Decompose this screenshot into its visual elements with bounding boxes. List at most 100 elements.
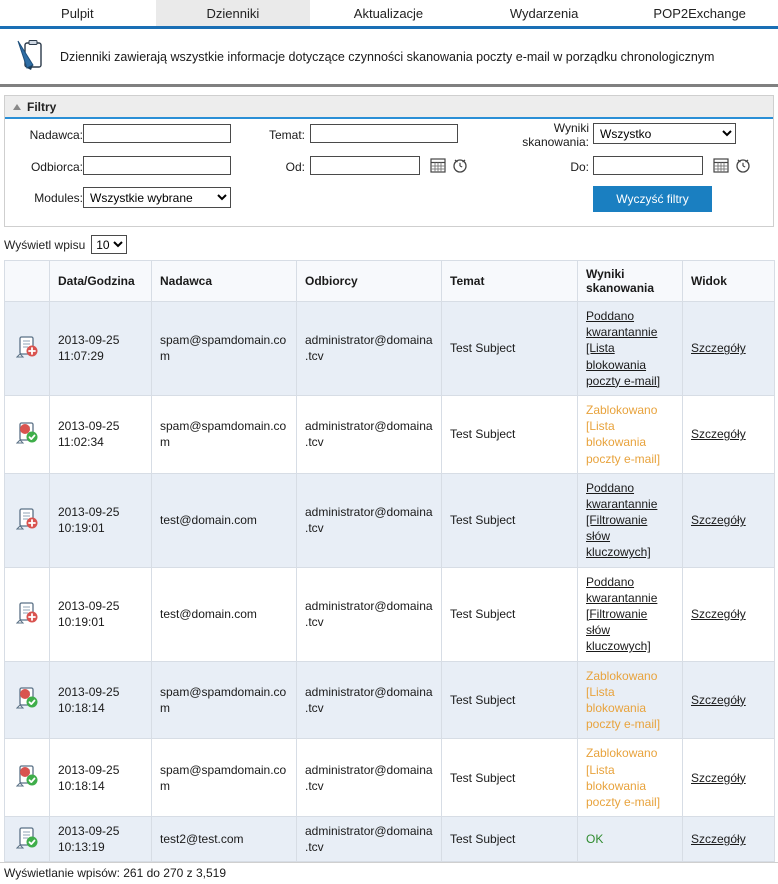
cell-view: Szczegóły xyxy=(682,301,775,396)
scan-result-text[interactable]: Poddano kwarantannie [Filtrowanie słów k… xyxy=(586,481,657,560)
cell-subject: Test Subject xyxy=(441,660,578,740)
scan-results-select[interactable]: Wszystko xyxy=(593,123,736,144)
col-sender[interactable]: Nadawca xyxy=(151,260,297,302)
table-row[interactable]: 2013-09-25 10:19:01 test@domain.com admini… xyxy=(4,566,775,662)
table-row[interactable]: 2013-09-25 11:02:34 spam@spamdomain.com ad… xyxy=(4,394,775,474)
details-link[interactable]: Szczegóły xyxy=(691,607,746,621)
subject-label: Temat: xyxy=(268,128,305,142)
cell-datetime: 2013-09-25 11:02:34 xyxy=(49,394,152,474)
tab-label: POP2Exchange xyxy=(653,5,746,21)
col-recipients[interactable]: Odbiorcy xyxy=(296,260,442,302)
triangle-up-icon[interactable] xyxy=(13,103,21,110)
cell-sender: spam@spamdomain.com xyxy=(151,738,297,818)
col-datetime[interactable]: Data/Godzina xyxy=(49,260,152,302)
scan-result-text[interactable]: Poddano kwarantannie [Lista blokowania p… xyxy=(586,309,660,388)
cell-recipient: administrator@domaina.tcv xyxy=(296,738,442,818)
to-date-input[interactable] xyxy=(593,156,703,175)
cell-recipient: administrator@domaina.tcv xyxy=(296,301,442,396)
cell-subject: Test Subject xyxy=(441,738,578,818)
details-link[interactable]: Szczegóły xyxy=(691,427,746,441)
sender-label: Nadawca: xyxy=(29,128,83,142)
scan-result-text[interactable]: Poddano kwarantannie [Filtrowanie słów k… xyxy=(586,575,657,654)
document-spam-check-icon xyxy=(4,660,50,740)
tab-label: Dzienniki xyxy=(206,5,260,21)
col-icon xyxy=(4,260,50,302)
cell-view: Szczegóły xyxy=(682,660,775,740)
details-link[interactable]: Szczegóły xyxy=(691,341,746,355)
details-link[interactable]: Szczegóły xyxy=(691,832,746,846)
logs-table-body: 2013-09-25 11:07:29 spam@spamdomain.com ad… xyxy=(4,301,775,884)
tab-label: Wydarzenia xyxy=(509,5,579,21)
details-link[interactable]: Szczegóły xyxy=(691,771,746,785)
cell-sender: spam@spamdomain.com xyxy=(151,660,297,740)
cell-view: Szczegóły xyxy=(682,816,775,863)
cell-view: Szczegóły xyxy=(682,394,775,474)
document-spam-check-icon xyxy=(4,394,50,474)
tab-aktualizacje[interactable]: Aktualizacje xyxy=(311,0,467,26)
cell-datetime: 2013-09-25 11:07:29 xyxy=(49,301,152,396)
cell-sender: spam@spamdomain.com xyxy=(151,394,297,474)
cell-subject: Test Subject xyxy=(441,566,578,662)
tab-wydarzenia[interactable]: Wydarzenia xyxy=(466,0,623,26)
filters-panel: Filtry Nadawca: Odbiorca: Modules: Wszys… xyxy=(4,95,774,227)
scan-result-text: Zablokowano [Lista blokowania poczty e-m… xyxy=(586,746,661,809)
cell-scan-result: Zablokowano [Lista blokowania poczty e-m… xyxy=(577,394,683,474)
entries-summary: Wyświetlanie wpisów: 261 do 270 z 3,519 xyxy=(4,866,227,880)
tab-pulpit[interactable]: Pulpit xyxy=(0,0,156,26)
cell-scan-result: Poddano kwarantannie [Filtrowanie słów k… xyxy=(577,566,683,662)
cell-datetime: 2013-09-25 10:19:01 xyxy=(49,472,152,568)
cell-sender: test@domain.com xyxy=(151,472,297,568)
cell-subject: Test Subject xyxy=(441,301,578,396)
cell-recipient: administrator@domaina.tcv xyxy=(296,394,442,474)
table-row[interactable]: 2013-09-25 10:13:19test2@test.comadminis… xyxy=(4,816,775,863)
table-row[interactable]: 2013-09-25 11:07:29 spam@spamdomain.com ad… xyxy=(4,301,775,396)
cell-view: Szczegóły xyxy=(682,472,775,568)
page-notice: Dzienniki zawierają wszystkie informacje… xyxy=(0,29,778,87)
table-footer: Wyświetlanie wpisów: 261 do 270 z 3,519 xyxy=(0,862,778,884)
table-row[interactable]: 2013-09-25 10:18:14 spam@spamdomain.com ad… xyxy=(4,660,775,740)
document-blocked-icon xyxy=(4,566,50,662)
modules-select[interactable]: Wszystkie wybrane xyxy=(83,187,231,208)
table-header-row: Data/Godzina Nadawca Odbiorcy Temat Wyni… xyxy=(4,260,775,302)
cell-subject: Test Subject xyxy=(441,816,578,863)
modules-label: Modules: xyxy=(34,191,83,205)
details-link[interactable]: Szczegóły xyxy=(691,693,746,707)
cell-scan-result: Zablokowano [Lista blokowania poczty e-m… xyxy=(577,660,683,740)
cell-sender: test2@test.com xyxy=(151,816,297,863)
details-link[interactable]: Szczegóły xyxy=(691,513,746,527)
clipboard-pen-icon xyxy=(10,39,50,75)
clear-filters-button[interactable]: Wyczyść filtry xyxy=(593,186,712,212)
subject-input[interactable] xyxy=(310,124,458,143)
cell-recipient: administrator@domaina.tcv xyxy=(296,660,442,740)
tab-dzienniki[interactable]: Dzienniki xyxy=(155,0,312,26)
cell-scan-result: OK xyxy=(577,816,683,863)
clock-icon[interactable] xyxy=(451,156,469,174)
show-entries-label: Wyświetl wpisu xyxy=(4,237,86,252)
document-check-icon xyxy=(4,816,50,863)
cell-datetime: 2013-09-25 10:18:14 xyxy=(49,660,152,740)
from-date-input[interactable] xyxy=(310,156,420,175)
cell-sender: spam@spamdomain.com xyxy=(151,301,297,396)
cell-datetime: 2013-09-25 10:19:01 xyxy=(49,566,152,662)
document-spam-check-icon xyxy=(4,738,50,818)
table-row[interactable]: 2013-09-25 10:18:14 spam@spamdomain.com ad… xyxy=(4,738,775,818)
main-tabbar: Pulpit Dzienniki Aktualizacje Wydarzenia… xyxy=(0,0,778,29)
col-subject[interactable]: Temat xyxy=(441,260,578,302)
cell-subject: Test Subject xyxy=(441,472,578,568)
calendar-icon[interactable] xyxy=(430,157,446,173)
col-scan-results[interactable]: Wyniki skanowania xyxy=(577,260,683,302)
tab-pop2exchange[interactable]: POP2Exchange xyxy=(622,0,778,26)
clock-icon[interactable] xyxy=(734,156,752,174)
filters-header[interactable]: Filtry xyxy=(5,96,773,119)
cell-recipient: administrator@domaina.tcv xyxy=(296,816,442,863)
tab-label: Aktualizacje xyxy=(353,5,424,21)
tab-label: Pulpit xyxy=(61,5,94,21)
col-view[interactable]: Widok xyxy=(682,260,775,302)
cell-datetime: 2013-09-25 10:18:14 xyxy=(49,738,152,818)
table-row[interactable]: 2013-09-25 10:19:01 test@domain.com admini… xyxy=(4,472,775,568)
calendar-icon[interactable] xyxy=(713,157,729,173)
page-size-select[interactable]: 10 xyxy=(91,235,128,254)
cell-view: Szczegóły xyxy=(682,738,775,818)
page-notice-text: Dzienniki zawierają wszystkie informacje… xyxy=(60,49,715,64)
document-blocked-icon xyxy=(4,472,50,568)
